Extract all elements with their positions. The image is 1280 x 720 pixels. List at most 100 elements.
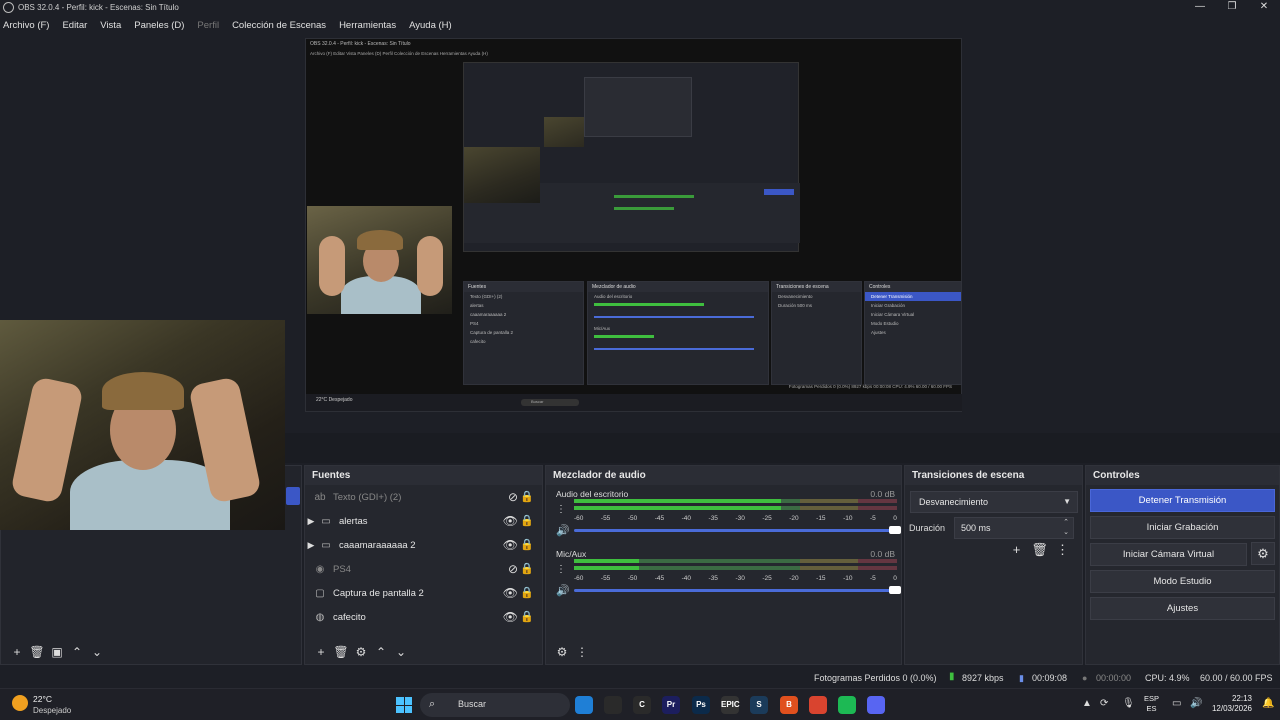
lock-icon[interactable]: 🔒	[520, 562, 534, 575]
lock-icon[interactable]: 🔒	[520, 538, 534, 551]
slider-knob[interactable]	[889, 526, 901, 534]
windows-start-icon[interactable]	[396, 697, 412, 713]
menu-perfil[interactable]: Perfil	[197, 20, 219, 31]
language-indicator[interactable]: ESP ES	[1144, 694, 1159, 714]
menu-ayuda[interactable]: Ayuda (H)	[409, 20, 452, 31]
expand-arrow-icon[interactable]: ▶	[305, 516, 317, 527]
lock-icon[interactable]: 🔒	[520, 514, 534, 527]
meter-ticks: -60 -55 -50 -45 -40 -35 -30 -25 -20 -15 -10 -5 0	[574, 515, 897, 523]
move-down-icon[interactable]: ⌄	[87, 643, 107, 661]
slider-knob[interactable]	[889, 586, 901, 594]
file-explorer-icon[interactable]	[575, 696, 593, 714]
globe-icon: ◍	[315, 611, 325, 623]
menu-vista[interactable]: Vista	[100, 20, 121, 31]
steam-icon[interactable]: S	[750, 696, 768, 714]
eye-icon[interactable]: 👁	[503, 538, 518, 552]
source-item[interactable]: ▶ ▭ alertas 👁 🔒	[305, 509, 542, 533]
microphone-icon[interactable]: 🎙	[1122, 698, 1135, 709]
source-properties-icon[interactable]: ⚙	[351, 643, 371, 661]
tray-icon[interactable]: ▲	[1082, 698, 1092, 709]
network-icon[interactable]: ▭	[1172, 698, 1181, 709]
controls-header: Controles	[1086, 466, 1279, 485]
obs-icon[interactable]	[604, 696, 622, 714]
add-transition-icon[interactable]: +	[1005, 542, 1028, 558]
weather-condition[interactable]: Despejado	[33, 706, 71, 715]
channel-menu-icon[interactable]: ⋮	[556, 504, 566, 515]
meter-segment	[858, 566, 897, 570]
menu-coleccion-escenas[interactable]: Colección de Escenas	[232, 20, 326, 31]
transition-select[interactable]: Desvanecimiento ▼	[910, 491, 1078, 513]
nested-slider	[594, 316, 754, 318]
spin-arrows-icon[interactable]: ⌃ ⌄	[1063, 518, 1069, 538]
lock-icon[interactable]: 🔒	[520, 586, 534, 599]
taskbar-search[interactable]: ⌕ Buscar	[420, 693, 570, 717]
remove-source-icon[interactable]: 🗑	[331, 643, 351, 661]
speaker-icon[interactable]: 🔊	[556, 524, 570, 537]
weather-sun-icon[interactable]	[12, 695, 28, 711]
sync-icon[interactable]: ⟳	[1100, 698, 1108, 709]
eye-slash-icon[interactable]: ⊘	[508, 490, 518, 504]
photoshop-icon[interactable]: Ps	[692, 696, 710, 714]
settings-button[interactable]: Ajustes	[1090, 597, 1275, 620]
eye-slash-icon[interactable]: ⊘	[508, 562, 518, 576]
remove-transition-icon[interactable]: 🗑	[1028, 542, 1051, 558]
channel-menu-icon[interactable]: ⋮	[556, 564, 566, 575]
epic-games-icon[interactable]: EPIC	[721, 696, 740, 714]
source-item[interactable]: ab Texto (GDI+) (2) ⊘ 🔒	[305, 485, 542, 509]
menu-herramientas[interactable]: Herramientas	[339, 20, 396, 31]
add-scene-button[interactable]: +	[7, 643, 27, 661]
add-source-button[interactable]: +	[311, 643, 331, 661]
close-button[interactable]: ✕	[1248, 0, 1280, 15]
meter-segment	[858, 506, 897, 510]
menu-archivo[interactable]: Archivo (F)	[3, 20, 49, 31]
scene-item-selected[interactable]	[286, 487, 300, 505]
duration-input[interactable]: 500 ms ⌃ ⌄	[954, 517, 1075, 539]
advanced-audio-icon[interactable]: ⚙	[552, 643, 572, 661]
minimize-button[interactable]: —	[1184, 0, 1216, 15]
move-up-icon[interactable]: ⌃	[371, 643, 391, 661]
maximize-button[interactable]: ❐	[1216, 0, 1248, 15]
move-down-icon[interactable]: ⌄	[391, 643, 411, 661]
nested-webcam-feed	[464, 147, 540, 203]
brave-icon[interactable]: B	[780, 696, 798, 714]
nested-sources-header: Fuentes	[464, 282, 583, 292]
volume-slider[interactable]	[574, 526, 901, 534]
speaker-icon[interactable]: 🔊	[556, 584, 570, 597]
menu-paneles[interactable]: Paneles (D)	[134, 20, 184, 31]
start-virtual-camera-button[interactable]: Iniciar Cámara Virtual	[1090, 543, 1247, 566]
meter-segment	[800, 499, 859, 503]
remove-scene-icon[interactable]: 🗑	[27, 643, 47, 661]
transition-menu-icon[interactable]: ⋮	[1051, 542, 1074, 558]
mixer-menu-icon[interactable]: ⋮	[572, 643, 592, 661]
weather-temp[interactable]: 22°C	[33, 694, 52, 704]
lock-icon[interactable]: 🔒	[520, 490, 534, 503]
lock-icon[interactable]: 🔒	[520, 610, 534, 623]
stop-stream-button[interactable]: Detener Transmisión	[1090, 489, 1275, 512]
source-item[interactable]: ◍ cafecito 👁 🔒	[305, 605, 542, 629]
source-item[interactable]: ▢ Captura de pantalla 2 👁 🔒	[305, 581, 542, 605]
nested-meter	[614, 207, 674, 210]
eye-icon[interactable]: 👁	[503, 610, 518, 624]
clock[interactable]: 22:13 12/03/2026	[1208, 694, 1252, 714]
volume-icon[interactable]: 🔊	[1190, 698, 1202, 709]
gear-icon[interactable]: ⚙	[1251, 542, 1275, 565]
expand-arrow-icon[interactable]: ▶	[305, 540, 317, 551]
volume-slider[interactable]	[574, 586, 901, 594]
eye-icon[interactable]: 👁	[503, 514, 518, 528]
source-item[interactable]: ◉ PS4 ⊘ 🔒	[305, 557, 542, 581]
filters-icon[interactable]: ▣	[47, 643, 67, 661]
discord-icon[interactable]	[867, 696, 885, 714]
start-recording-button[interactable]: Iniciar Grabación	[1090, 516, 1275, 539]
spotify-icon[interactable]	[838, 696, 856, 714]
notification-icon[interactable]: 🔔	[1262, 698, 1274, 709]
premiere-icon[interactable]: Pr	[662, 696, 680, 714]
menu-editar[interactable]: Editar	[62, 20, 87, 31]
nested-duration-value: 500 ms	[797, 303, 813, 308]
studio-mode-button[interactable]: Modo Estudio	[1090, 570, 1275, 593]
source-item[interactable]: ▶ ▭ caaamaraaaaaa 2 👁 🔒	[305, 533, 542, 557]
move-up-icon[interactable]: ⌃	[67, 643, 87, 661]
nested-source: cafecito	[470, 339, 486, 344]
eye-icon[interactable]: 👁	[503, 586, 518, 600]
chrome-icon[interactable]	[809, 696, 827, 714]
ccleaner-icon[interactable]: C	[633, 696, 651, 714]
